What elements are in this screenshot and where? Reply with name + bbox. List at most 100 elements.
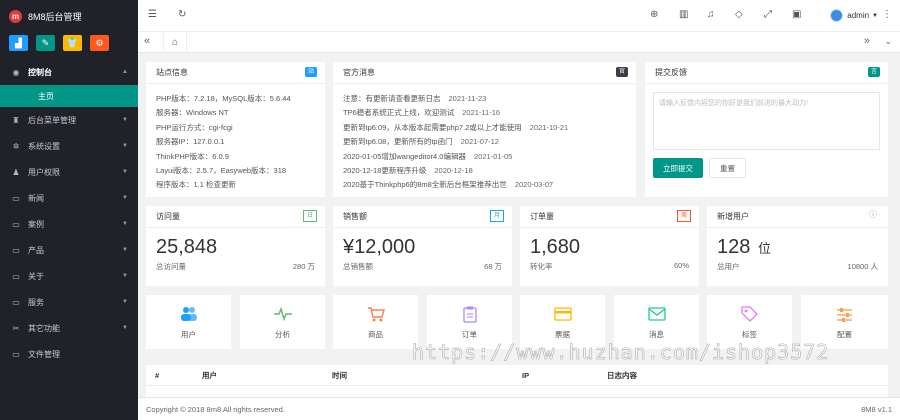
tag-icon: [741, 304, 758, 324]
info-line: 服务器IP：127.0.0.1: [156, 137, 225, 147]
news-item[interactable]: 注意：有更新请查看更新日志 2021-11-23: [343, 92, 626, 106]
app-title: 8M8后台管理: [28, 11, 82, 22]
feedback-textarea[interactable]: 请输入反馈内容您的你好是我们前进的最大动力!: [653, 92, 880, 150]
stat-value: 1,680: [530, 236, 581, 258]
chevron-down-icon: ▼: [122, 169, 128, 175]
feedback-actions: 立即提交 重置: [653, 158, 880, 178]
stat-value: 128 位: [717, 236, 771, 258]
sliders-icon: [836, 304, 853, 324]
sidebar-item-cases[interactable]: ▭ 案例 ▼: [0, 211, 138, 237]
user-menu[interactable]: admin ▼: [830, 9, 878, 22]
news-list: 注意：有更新请查看更新日志 2021-11-23 TP6稳者系统正式上线，欢迎测试…: [333, 84, 636, 201]
shortcut-analysis[interactable]: 分析: [240, 295, 325, 349]
panel-header: 提交反馈 言: [645, 62, 888, 84]
sidebar-nav: ◉ 控制台 ▲ 主页 ♜ 后台菜单管理 ▼ ✲ 系统设置 ▼ ♟ 用户权限 ▼ …: [0, 59, 138, 367]
settings-icon[interactable]: ⚙: [90, 35, 109, 51]
tab-home[interactable]: ⌂: [163, 32, 187, 53]
submit-button[interactable]: 立即提交: [653, 158, 703, 178]
sidebar-item-other-functions[interactable]: ✂ 其它功能 ▼: [0, 315, 138, 341]
more-icon[interactable]: ⋮: [882, 9, 892, 20]
feedback-panel: 提交反馈 言 请输入反馈内容您的你好是我们前进的最大动力! 立即提交 重置: [645, 62, 888, 197]
sidebar-item-label: 新闻: [28, 193, 44, 203]
news-item[interactable]: 更新到tp6.09，从本版本起需要php7.2或以上才能使用 2021-10-21: [343, 121, 626, 135]
log-table: # 用户 时间 IP 日志内容: [146, 365, 888, 397]
lock-icon[interactable]: ▣: [792, 9, 801, 20]
tag-icon[interactable]: ◇: [735, 9, 743, 20]
app-logo[interactable]: m 8M8后台管理: [0, 0, 138, 32]
refresh-icon[interactable]: ↻: [178, 9, 186, 20]
column-header-log-content: 日志内容: [607, 370, 637, 380]
trash-icon[interactable]: ▥: [679, 9, 688, 20]
info-line: ThinkPHP版本：6.0.9: [156, 151, 229, 161]
news-item[interactable]: 2020-01-05增加wangeditor4.0编辑器 2021-01-05: [343, 150, 626, 164]
sidebar-item-products[interactable]: ▭ 产品 ▼: [0, 237, 138, 263]
collapse-icon[interactable]: ☰: [148, 9, 157, 20]
stat-foot-label: 总用户: [717, 262, 740, 271]
sidebar-item-system-settings[interactable]: ✲ 系统设置 ▼: [0, 133, 138, 159]
tshirt-icon[interactable]: 👕: [63, 35, 82, 51]
stat-card-sales: 销售额 月 ¥12,000 总销售额 68 万: [333, 206, 512, 286]
news-item[interactable]: 更新到tp6.08，更新所有的tp函门 2021-07-12: [343, 135, 626, 149]
shortcut-label: 用户: [181, 330, 196, 339]
sidebar-item-dashboard[interactable]: ◉ 控制台 ▲: [0, 59, 138, 85]
sidebar-item-label: 关于: [28, 271, 44, 281]
logo-badge: m: [9, 9, 22, 23]
avatar: [830, 9, 844, 22]
users-icon: ♟: [12, 167, 20, 177]
column-header-time: 时间: [332, 370, 347, 380]
column-header-user: 用户: [202, 370, 217, 380]
news-item[interactable]: 2020-12-18更新程序升级 2020-12-18: [343, 164, 626, 178]
sidebar-item-file-manage[interactable]: ▭ 文件管理: [0, 341, 138, 367]
fullscreen-icon[interactable]: ⤢: [764, 9, 772, 20]
news-item[interactable]: 2020基于Thinkphp6的8m8全新后台框架推荐出世 2020-03-07: [343, 178, 626, 192]
shortcut-users[interactable]: 用户: [146, 295, 231, 349]
chevron-down-icon: ▼: [122, 143, 128, 149]
sidebar-item-label: 产品: [28, 245, 44, 255]
news-item[interactable]: TP6稳者系统正式上线，欢迎测试 2021-11-16: [343, 106, 626, 120]
stat-tag: 日: [302, 210, 317, 222]
tabs-scroll-left-icon[interactable]: «: [144, 35, 150, 47]
stat-value: 25,848: [156, 236, 218, 258]
sidebar-subitem-home[interactable]: 主页: [0, 85, 138, 107]
shortcut-products[interactable]: 商品: [333, 295, 418, 349]
globe-icon[interactable]: ⊕: [650, 9, 658, 20]
panel-tag: 官: [615, 67, 628, 77]
info-icon[interactable]: ⓘ: [866, 210, 880, 220]
tabs-dropdown-icon[interactable]: ⌄: [884, 36, 892, 47]
sidebar: m 8M8后台管理 ▟ ✎ 👕 ⚙ ◉ 控制台 ▲ 主页 ♜ 后台菜单管理 ▼ …: [0, 0, 138, 420]
shortcut-orders[interactable]: 订单: [427, 295, 512, 349]
shortcut-label: 标签: [742, 330, 757, 339]
shortcut-label: 订单: [462, 330, 477, 339]
bell-icon[interactable]: ♫: [707, 9, 715, 20]
shortcut-label: 消息: [649, 330, 664, 339]
copyright-text: Copyright © 2018 8m8 All rights reserved…: [146, 404, 285, 414]
shortcut-config[interactable]: 配置: [801, 295, 888, 349]
reset-button[interactable]: 重置: [709, 158, 746, 178]
stat-foot-value: 280 万: [292, 262, 315, 271]
shortcut-messages[interactable]: 消息: [614, 295, 699, 349]
stat-card-visits: 访问量 日 25,848 总访问量 280 万: [146, 206, 325, 286]
edit-icon[interactable]: ✎: [36, 35, 55, 51]
sidebar-item-user-permissions[interactable]: ♟ 用户权限 ▼: [0, 159, 138, 185]
home-icon: ⌂: [171, 37, 179, 48]
sidebar-item-news[interactable]: ▭ 新闻 ▼: [0, 185, 138, 211]
version-text: 8M8 v1.1: [861, 404, 892, 414]
shortcut-label: 分析: [275, 330, 290, 339]
shortcut-tags[interactable]: 标签: [707, 295, 792, 349]
card-icon: [553, 304, 572, 324]
stat-title: 新增用户: [717, 212, 749, 221]
shortcut-bills[interactable]: 票据: [520, 295, 605, 349]
sidebar-item-menu-manage[interactable]: ♜ 后台菜单管理 ▼: [0, 107, 138, 133]
pulse-icon: [273, 304, 292, 324]
sidebar-item-label: 系统设置: [28, 141, 60, 151]
sidebar-item-label: 后台菜单管理: [28, 115, 76, 125]
sidebar-item-about[interactable]: ▭ 关于 ▼: [0, 263, 138, 289]
info-line: PHP版本：7.2.18，MySQL版本：5.6.44: [156, 94, 291, 103]
monitor-icon: ▭: [12, 271, 20, 281]
sidebar-item-services[interactable]: ▭ 服务 ▼: [0, 289, 138, 315]
column-header-index: #: [155, 370, 160, 380]
tab-bar: « ⌂ » ⌄: [138, 32, 900, 53]
top-bar: ☰ ↻ ⊕ ▥ ♫ ◇ ⤢ ▣ admin ▼ ⋮: [138, 0, 900, 32]
tabs-scroll-right-icon[interactable]: »: [864, 35, 870, 47]
chart-icon[interactable]: ▟: [9, 35, 28, 51]
